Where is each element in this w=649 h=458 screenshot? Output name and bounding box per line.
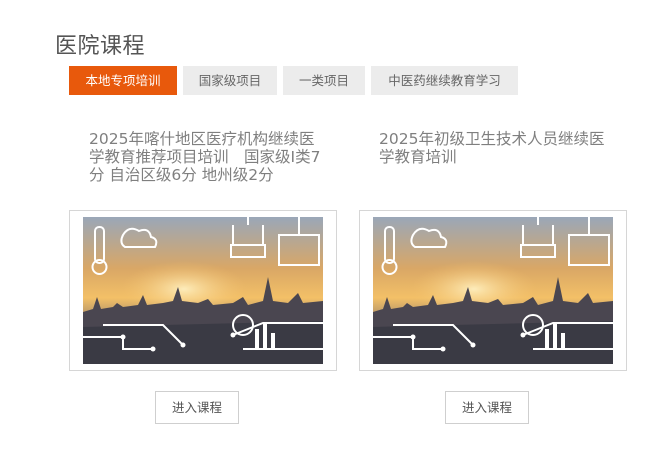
course-title[interactable]: 2025年喀什地区医疗机构继续医学教育推荐项目培训 国家级I类7分 自治区级6分…: [89, 130, 325, 184]
course-title[interactable]: 2025年初级卫生技术人员继续医学教育培训: [379, 130, 615, 166]
course-thumbnail[interactable]: [69, 210, 337, 371]
city-skyline-infographic-image: [373, 217, 613, 364]
course-thumbnail[interactable]: [359, 210, 627, 371]
tab-class-one-project[interactable]: 一类项目: [283, 66, 365, 95]
tab-national-project[interactable]: 国家级项目: [183, 66, 277, 95]
tab-tcm-continuing-education[interactable]: 中医药继续教育学习: [371, 66, 518, 95]
page-title: 医院课程: [55, 34, 146, 59]
enter-course-button[interactable]: 进入课程: [155, 391, 239, 424]
tab-local-special-training[interactable]: 本地专项培训: [69, 66, 177, 95]
enter-course-button[interactable]: 进入课程: [445, 391, 529, 424]
city-skyline-infographic-image: [83, 217, 323, 364]
